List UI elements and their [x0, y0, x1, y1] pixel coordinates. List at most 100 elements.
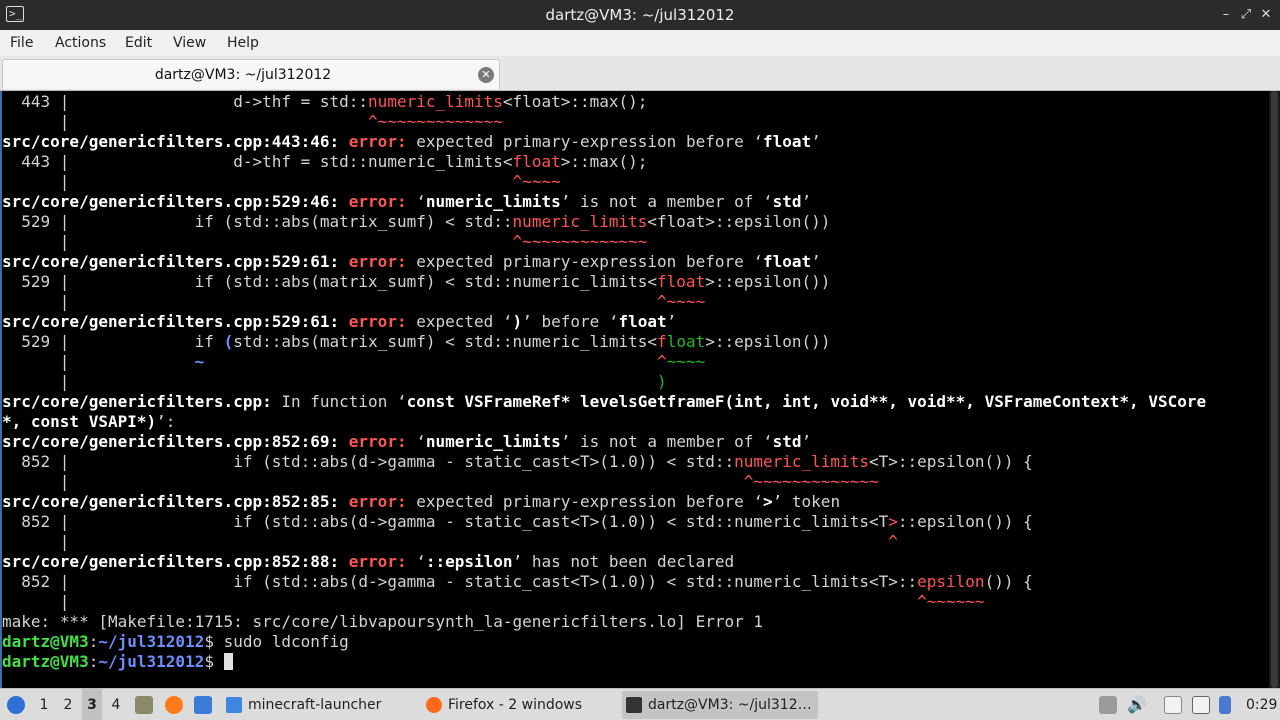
terminal-text-segment: $ sudo ldconfig [204, 632, 349, 651]
terminal-line: | ^~~~~~~~~~~~~~ [2, 112, 1267, 132]
terminal-text-segment: | [2, 472, 744, 491]
terminal-text-segment: expected primary-expression before ‘ [416, 252, 763, 271]
scrollbar-thumb[interactable] [1271, 91, 1278, 688]
workspace-1[interactable]: 1 [34, 689, 54, 720]
terminal-text-segment: ’ [666, 312, 677, 331]
terminal-text-segment: *, const VSAPI*) [2, 412, 157, 431]
terminal-text-segment: float [512, 152, 561, 171]
firefox-icon [426, 697, 442, 713]
terminal-text-segment: ’ before ‘ [522, 312, 619, 331]
menu-view[interactable]: View [173, 30, 206, 56]
terminal-text-segment: > [888, 512, 898, 531]
terminal-output[interactable]: 443 | d->thf = std::numeric_limits<float… [0, 91, 1280, 688]
terminal-line: src/core/genericfilters.cpp: In function… [2, 392, 1267, 412]
maximize-button[interactable]: ⤢ [1238, 7, 1254, 23]
trash-icon[interactable] [1099, 696, 1117, 714]
terminal-text-segment: ’ [801, 192, 812, 211]
tab-terminal[interactable]: dartz@VM3: ~/jul312012 ✕ [2, 59, 500, 89]
clipboard-icon[interactable] [1164, 696, 1182, 714]
file-manager-launcher-icon[interactable] [194, 696, 212, 714]
terminal-line: 443 | d->thf = std::numeric_limits<float… [2, 152, 1267, 172]
terminal-text-segment: ^~~~~ [657, 292, 706, 311]
terminal-text-segment: ’ token [772, 492, 841, 511]
terminal-text-segment: 529 | if (std::abs(matrix_sumf) < std::n… [2, 272, 658, 291]
terminal-text-segment: numeric_limits [512, 212, 648, 231]
terminal-text-segment: float [763, 252, 812, 271]
close-window-button[interactable]: ✕ [1258, 7, 1274, 23]
menu-actions[interactable]: Actions [55, 30, 106, 56]
terminal-text-segment: ^~~~~~~ [917, 592, 985, 611]
terminal-text-segment: 529 | if (std::abs(matrix_sumf) < std:: [2, 212, 513, 231]
task-firefox[interactable]: Firefox - 2 windows [422, 691, 618, 719]
terminal-text-segment: std::abs(matrix_sumf) < std::numeric_lim… [233, 332, 658, 351]
terminal-line: | ) [2, 372, 1267, 392]
terminal-text-segment: ‘ [416, 432, 426, 451]
terminal-line: src/core/genericfilters.cpp:443:46: erro… [2, 132, 1267, 152]
window-title: dartz@VM3: ~/jul312012 [545, 6, 735, 24]
terminal-text-segment: >::max(); [560, 152, 648, 171]
terminal-text-segment: : [88, 632, 99, 651]
task-label: minecraft-launcher [248, 697, 382, 713]
terminal-line: | ^~~~~ [2, 292, 1267, 312]
terminal-line: | ~ ^~~~~ [2, 352, 1267, 372]
tab-bar: dartz@VM3: ~/jul312012 ✕ [0, 56, 1280, 91]
terminal-text-segment: <float>::epsilon()) [647, 212, 831, 231]
task-minecraft-launcher[interactable]: minecraft-launcher [222, 691, 414, 719]
tab-label: dartz@VM3: ~/jul312012 [154, 67, 332, 83]
terminal-text-segment: src/core/genericfilters.cpp:852:69: [2, 432, 349, 451]
workspace-4[interactable]: 4 [106, 689, 126, 720]
terminal-scrollbar[interactable] [1269, 91, 1280, 688]
task-terminal[interactable]: dartz@VM3: ~/jul312… [622, 691, 818, 719]
terminal-text-segment: numeric_limits [425, 432, 561, 451]
start-menu-icon[interactable] [7, 696, 25, 714]
terminal-text-segment: >::epsilon()) [705, 332, 831, 351]
clock[interactable]: 0:29 [1246, 689, 1277, 720]
terminal-text-segment: dartz@VM3 [2, 632, 89, 651]
terminal-text-segment: ::epsilon [425, 552, 513, 571]
show-desktop-icon[interactable] [135, 696, 153, 714]
terminal-text-segment: expected ‘ [416, 312, 513, 331]
folder-icon [226, 697, 242, 713]
terminal-line: | ^~~~~~~~~~~~~~ [2, 472, 1267, 492]
terminal-icon [626, 697, 642, 713]
terminal-text-segment: f [657, 332, 667, 351]
menu-file[interactable]: File [10, 30, 33, 56]
volume-icon[interactable]: 🔊 [1127, 689, 1147, 720]
terminal-line: | ^~~~~ [2, 172, 1267, 192]
terminal-text-segment: error: [348, 312, 417, 331]
terminal-text-segment: src/core/genericfilters.cpp: [2, 392, 282, 411]
terminal-text-segment: | [2, 232, 513, 251]
terminal-line: | ^~~~~~~~~~~~~~ [2, 232, 1267, 252]
terminal-line: src/core/genericfilters.cpp:852:69: erro… [2, 432, 1267, 452]
terminal-text-segment: src/core/genericfilters.cpp:529:46: [2, 192, 349, 211]
terminal-line: src/core/genericfilters.cpp:529:61: erro… [2, 252, 1267, 272]
terminal-text-segment: float [657, 272, 706, 291]
terminal-text-segment: ’: [156, 412, 176, 431]
terminal-text-segment: src/core/genericfilters.cpp:443:46: [2, 132, 349, 151]
terminal-text-segment: dartz@VM3 [2, 652, 89, 671]
terminal-text-segment: | [2, 372, 658, 391]
terminal-text-segment: ‘ [416, 552, 426, 571]
terminal-text-segment: ’ [811, 132, 821, 151]
terminal-text-segment: ( [223, 332, 234, 351]
menu-help[interactable]: Help [227, 30, 259, 56]
terminal-text-segment: ’ [811, 252, 821, 271]
terminal-text-segment: > [763, 492, 773, 511]
terminal-line: | ^ [2, 532, 1267, 552]
update-icon[interactable] [1219, 696, 1231, 714]
terminal-line: 852 | if (std::abs(d->gamma - static_cas… [2, 512, 1267, 532]
task-label: dartz@VM3: ~/jul312… [648, 697, 812, 713]
terminal-text-segment: ~~~~ [666, 352, 706, 371]
network-icon[interactable] [1192, 696, 1210, 714]
workspace-3[interactable]: 3 [82, 689, 102, 720]
workspace-2[interactable]: 2 [58, 689, 78, 720]
minimize-button[interactable]: – [1218, 7, 1234, 23]
terminal-text-segment: | [2, 532, 889, 551]
terminal-text-segment: error: [348, 132, 417, 151]
tab-close-icon[interactable]: ✕ [478, 67, 494, 83]
firefox-launcher-icon[interactable] [165, 696, 183, 714]
terminal-text-segment: 852 | if (std::abs(d->gamma - static_cas… [2, 512, 889, 531]
terminal-text-segment: ~/jul312012 [98, 652, 205, 671]
terminal-text-segment: error: [348, 252, 417, 271]
menu-edit[interactable]: Edit [125, 30, 152, 56]
